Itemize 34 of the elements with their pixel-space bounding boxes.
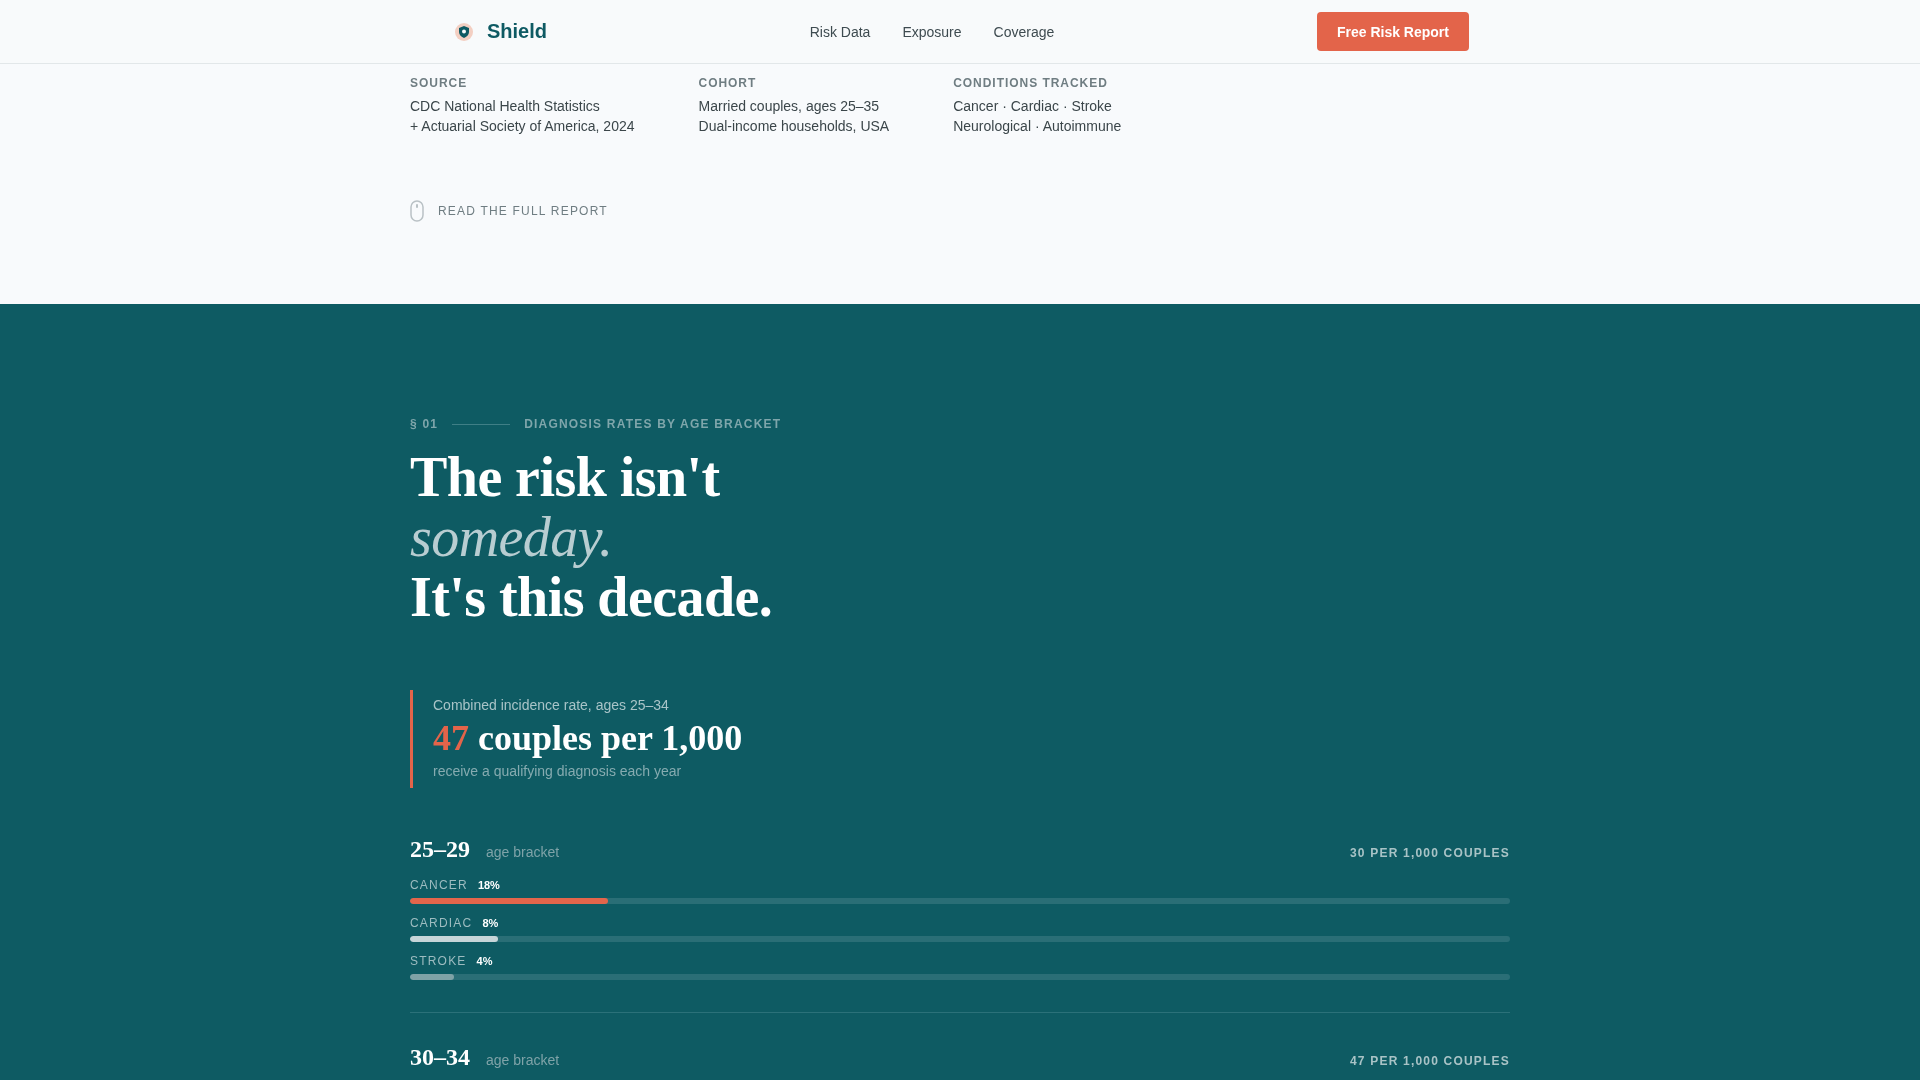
section-heading: The risk isn't someday. It's this decade. <box>410 447 774 627</box>
nav-link[interactable]: Risk Data <box>809 23 871 40</box>
condition-label: CANCER <box>410 877 468 893</box>
condition-percent: 4% <box>476 954 493 969</box>
meta-text: CDC National Health Statistics <box>410 97 601 116</box>
meta-label: SOURCE <box>410 76 469 90</box>
stat-note: receive a qualifying diagnosis each year <box>433 762 683 780</box>
bracket-rate: 47 PER 1,000 COUPLES <box>1349 1054 1510 1068</box>
bracket-rate: 30 PER 1,000 COUPLES <box>1349 846 1510 860</box>
age-range: 25–29 <box>410 835 470 863</box>
meta-text: + Actuarial Society of America, 2024 <box>410 117 635 136</box>
meta-text: Cancer · Cardiac · Stroke <box>953 97 1113 116</box>
age-caption: age bracket <box>486 1052 560 1068</box>
stat-label: Combined incidence rate, ages 25–34 <box>433 696 670 714</box>
shield-logo-icon <box>455 22 473 41</box>
condition-percent: 8% <box>482 916 499 931</box>
condition-label: STROKE <box>410 953 467 969</box>
stat-value: 47 couples per 1,000 <box>433 717 743 760</box>
section-eyebrow: DIAGNOSIS RATES BY AGE BRACKET <box>524 417 782 431</box>
nav-link[interactable]: Exposure <box>902 23 962 40</box>
age-range: 30–34 <box>410 1043 470 1071</box>
condition-percent: 18% <box>477 878 500 893</box>
meta-label: COHORT <box>698 76 758 90</box>
condition-label: CARDIAC <box>410 915 473 931</box>
section-number: § 01 <box>410 417 439 431</box>
brand-name[interactable]: Shield <box>487 20 547 43</box>
meta-label: CONDITIONS TRACKED <box>953 76 1109 90</box>
mouse-icon <box>410 200 424 222</box>
nav-link[interactable]: Coverage <box>993 23 1055 40</box>
age-caption: age bracket <box>486 844 560 860</box>
meta-text: Neurological · Autoimmune <box>953 117 1122 136</box>
meta-text: Married couples, ages 25–35 <box>698 97 881 116</box>
meta-text: Dual-income households, USA <box>698 117 890 136</box>
scroll-hint-text: READ THE FULL REPORT <box>438 204 608 218</box>
